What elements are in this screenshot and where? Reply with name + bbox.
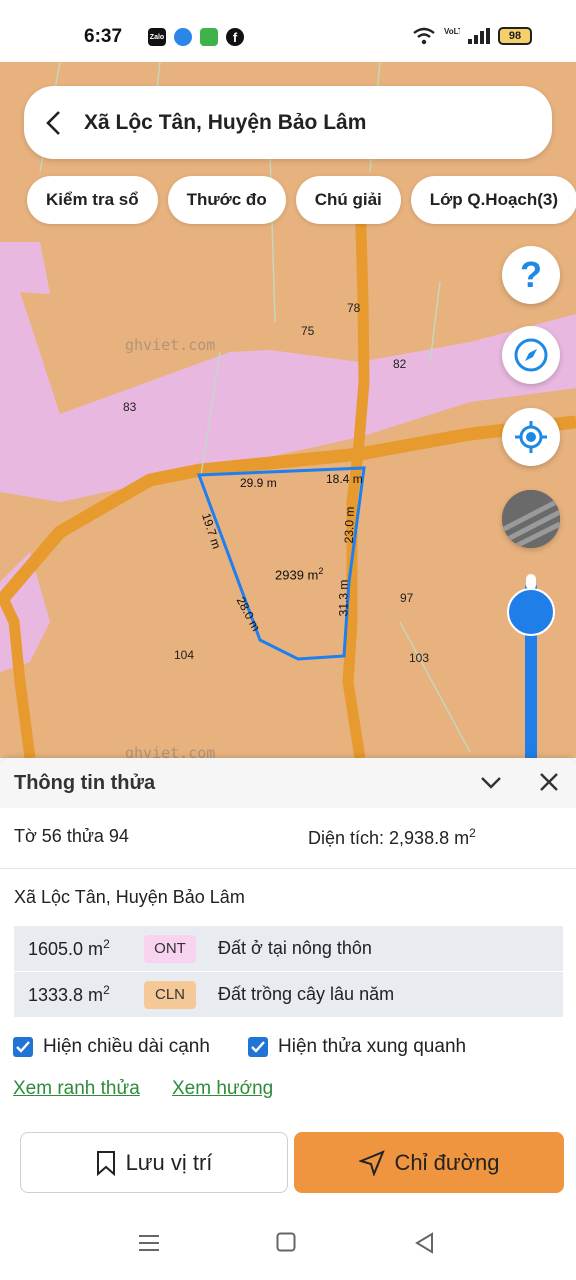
status-time: 6:37 [84, 26, 123, 47]
network-type: VoLTE [444, 27, 460, 36]
system-nav-bar [0, 1212, 576, 1280]
watermark: ghviet.com [125, 336, 216, 354]
parcel-label: 75 [301, 324, 315, 338]
signal-icon [468, 28, 490, 44]
save-label: Lưu vị trí [125, 1149, 213, 1175]
map-view[interactable]: ghviet.com ghviet.com 75 78 82 83 97 104… [0, 62, 576, 758]
parcel-label: 103 [409, 651, 430, 665]
land-use-table: 1605.0 m2 ONT Đất ở tại nông thôn 1333.8… [14, 926, 563, 1018]
compass-icon [514, 338, 548, 372]
map-canvas[interactable] [0, 62, 576, 758]
checkbox-checked-icon[interactable] [13, 1037, 33, 1057]
parcel-address: Xã Lộc Tân, Huyện Bảo Lâm [14, 887, 245, 907]
locate-icon [515, 421, 547, 453]
view-direction-link[interactable]: Xem hướng [172, 1078, 273, 1100]
back-arrow-icon[interactable] [24, 86, 84, 159]
help-icon: ? [520, 254, 542, 295]
parcel-label: 78 [347, 301, 361, 315]
view-boundary-link[interactable]: Xem ranh thửa [13, 1078, 140, 1100]
parcel-label: 83 [123, 400, 137, 414]
checkbox-label: Hiện chiều dài cạnh [43, 1036, 210, 1057]
checkbox-checked-icon[interactable] [248, 1037, 268, 1057]
ruler-chip[interactable]: Thước đo [167, 176, 286, 224]
check-certificate-chip[interactable]: Kiểm tra sổ [27, 176, 158, 224]
parcel-area-label: 2939 m2 [275, 566, 324, 583]
land-use-area: 1333.8 m2 [28, 983, 110, 1005]
wifi-icon [413, 27, 435, 45]
close-icon[interactable] [538, 771, 560, 793]
sheet-parcel-number: Tờ 56 thửa 94 [14, 826, 129, 846]
sheet-header: Thông tin thửa [0, 758, 576, 808]
directions-button[interactable]: Chỉ đường [294, 1132, 564, 1193]
map-toolbar: Kiểm tra sổ Thước đo Chú giải Lớp Q.Hoạc… [27, 176, 576, 224]
parcel-label: 82 [393, 357, 407, 371]
app-icon [200, 28, 218, 46]
location-title: Xã Lộc Tân, Huyện Bảo Lâm [84, 110, 367, 134]
legend-chip[interactable]: Chú giải [295, 176, 401, 224]
edge-length: 29.9 m [240, 476, 277, 490]
compass-button[interactable] [502, 326, 560, 384]
land-use-name: Đất trồng cây lâu năm [218, 984, 395, 1004]
land-use-code: CLN [144, 980, 196, 1009]
home-icon[interactable] [276, 1232, 296, 1252]
planning-layer-chip[interactable]: Lớp Q.Hoạch(3) [410, 176, 576, 224]
menu-icon[interactable] [138, 1232, 160, 1254]
edge-length: 31.3 m [336, 579, 351, 617]
back-icon[interactable] [414, 1232, 434, 1254]
land-use-row: 1333.8 m2 CLN Đất trồng cây lâu năm [14, 972, 563, 1018]
messenger-icon [174, 28, 192, 46]
land-use-code: ONT [144, 934, 196, 963]
divider [0, 868, 576, 869]
edge-length: 23.0 m [341, 506, 357, 544]
zalo-icon: Zalo [148, 28, 166, 46]
bookmark-icon [96, 1150, 115, 1176]
show-edge-length-checkbox[interactable]: Hiện chiều dài cạnh [13, 1036, 210, 1058]
notification-icons: Zalo f [148, 28, 244, 46]
land-use-name: Đất ở tại nông thôn [218, 938, 372, 958]
chevron-down-icon[interactable] [478, 770, 504, 796]
facebook-icon: f [226, 28, 244, 46]
location-search-bar[interactable]: Xã Lộc Tân, Huyện Bảo Lâm [24, 86, 552, 159]
save-location-button[interactable]: Lưu vị trí [20, 1132, 288, 1193]
satellite-layer-button[interactable] [502, 490, 560, 548]
land-use-area: 1605.0 m2 [28, 937, 110, 959]
status-indicators: VoLTE 98 [412, 27, 532, 45]
watermark-bottom: ghviet.com [125, 744, 216, 758]
my-location-button[interactable] [502, 408, 560, 466]
satellite-thumbnail-icon [502, 490, 560, 548]
selected-parcel[interactable] [196, 466, 366, 661]
status-bar: 6:37 Zalo f VoLTE 98 [0, 0, 576, 62]
show-neighbor-parcels-checkbox[interactable]: Hiện thửa xung quanh [248, 1036, 466, 1058]
help-button[interactable]: ? [502, 246, 560, 304]
sheet-title: Thông tin thửa [14, 772, 156, 794]
parcel-label: 97 [400, 591, 414, 605]
parcel-info-sheet: Thông tin thửa Tờ 56 thửa 94 Diện tích: … [0, 758, 576, 1280]
send-icon [358, 1149, 385, 1176]
land-use-row: 1605.0 m2 ONT Đất ở tại nông thôn [14, 926, 563, 972]
opacity-slider-handle[interactable] [507, 588, 555, 636]
battery-icon: 98 [498, 27, 532, 45]
parcel-area: Diện tích: 2,938.8 m2 [308, 826, 476, 848]
edge-length: 18.4 m [326, 472, 363, 486]
parcel-label: 104 [174, 648, 195, 662]
checkbox-label: Hiện thửa xung quanh [278, 1036, 467, 1057]
directions-label: Chỉ đường [394, 1149, 500, 1175]
